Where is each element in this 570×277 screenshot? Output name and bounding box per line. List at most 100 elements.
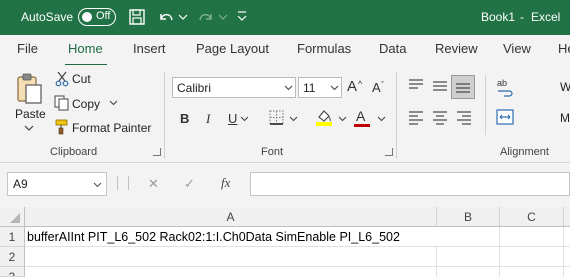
ribbon-separator bbox=[396, 72, 397, 158]
font-launcher-icon[interactable] bbox=[385, 148, 393, 156]
row-header-1[interactable]: 1 bbox=[0, 227, 25, 247]
select-all-icon bbox=[10, 213, 20, 223]
formula-input[interactable] bbox=[250, 172, 570, 196]
tab-data[interactable]: Data bbox=[379, 41, 406, 56]
paste-button[interactable]: Paste bbox=[15, 107, 46, 121]
alignment-group-label: Alignment bbox=[500, 146, 549, 158]
merge-center-label[interactable]: M bbox=[560, 111, 570, 125]
row-header-3[interactable]: 3 bbox=[0, 267, 25, 277]
cell-b3[interactable] bbox=[437, 267, 500, 277]
paste-dropdown-icon[interactable] bbox=[24, 125, 34, 132]
caret-down-icon: ˇ bbox=[381, 80, 384, 90]
cell-b2[interactable] bbox=[437, 247, 500, 267]
borders-dropdown-icon[interactable] bbox=[289, 116, 298, 122]
tab-file[interactable]: File bbox=[17, 41, 38, 56]
middle-align-icon[interactable] bbox=[432, 79, 448, 93]
doc-title: Book1 bbox=[481, 10, 516, 24]
tab-help[interactable]: He bbox=[558, 41, 570, 56]
undo-dropdown-icon[interactable] bbox=[178, 13, 188, 21]
wrap-text-icon[interactable]: ab bbox=[496, 77, 514, 97]
toggle-knob bbox=[82, 12, 92, 22]
format-painter-button[interactable]: Format Painter bbox=[72, 121, 151, 135]
app-name: Excel bbox=[531, 10, 561, 24]
bottom-align-button[interactable] bbox=[451, 75, 475, 99]
cell-b1[interactable] bbox=[437, 227, 500, 247]
formula-bar-divider bbox=[128, 176, 129, 190]
save-icon[interactable] bbox=[128, 8, 146, 26]
autosave-state: Off bbox=[96, 10, 111, 22]
redo-dropdown-icon[interactable] bbox=[218, 13, 228, 21]
font-color-button[interactable]: A bbox=[356, 109, 365, 123]
underline-button[interactable]: U bbox=[228, 112, 237, 126]
tab-page-layout[interactable]: Page Layout bbox=[196, 41, 269, 56]
font-group-label: Font bbox=[261, 146, 284, 158]
insert-function-icon[interactable]: fx bbox=[221, 176, 230, 190]
chevron-down-icon[interactable] bbox=[236, 10, 248, 22]
clipboard-launcher-icon[interactable] bbox=[153, 148, 161, 156]
cut-icon[interactable] bbox=[55, 71, 69, 87]
column-header-d[interactable] bbox=[564, 207, 570, 227]
tab-insert[interactable]: Insert bbox=[133, 41, 166, 56]
tab-view[interactable]: View bbox=[503, 41, 531, 56]
grow-font-button[interactable]: A bbox=[347, 79, 357, 94]
cell-a1[interactable]: bufferAIInt PIT_L6_502 Rack02:1:I.Ch0Dat… bbox=[25, 227, 437, 247]
italic-button[interactable]: I bbox=[206, 112, 210, 126]
cell-c2[interactable] bbox=[500, 247, 564, 267]
copy-dropdown-icon[interactable] bbox=[109, 100, 118, 106]
top-align-icon[interactable] bbox=[408, 79, 424, 91]
name-box-value: A9 bbox=[13, 177, 28, 191]
name-box-dropdown-icon[interactable] bbox=[93, 182, 102, 188]
autosave-label: AutoSave bbox=[21, 10, 74, 24]
column-header-b[interactable]: B bbox=[437, 207, 500, 227]
cell-c3[interactable] bbox=[500, 267, 564, 277]
row-header-2[interactable]: 2 bbox=[0, 247, 25, 267]
fill-color-dropdown-icon[interactable] bbox=[338, 116, 347, 122]
font-name-box[interactable]: Calibri bbox=[172, 77, 296, 98]
cell-d3[interactable] bbox=[564, 267, 570, 277]
enter-entry-icon[interactable]: ✓ bbox=[184, 177, 195, 191]
font-size-dropdown-icon[interactable] bbox=[330, 85, 339, 91]
cut-button[interactable]: Cut bbox=[72, 72, 91, 86]
autosave-toggle[interactable]: Off bbox=[78, 8, 116, 26]
undo-icon[interactable] bbox=[157, 8, 175, 26]
select-all-corner[interactable] bbox=[0, 207, 25, 227]
shrink-font-button[interactable]: A bbox=[372, 81, 381, 95]
title-bar: AutoSave Off Book1 - Excel bbox=[0, 0, 570, 35]
align-right-icon[interactable] bbox=[456, 110, 472, 126]
borders-icon[interactable] bbox=[269, 110, 285, 126]
tab-home[interactable]: Home bbox=[68, 41, 103, 56]
font-name-value: Calibri bbox=[177, 81, 212, 95]
clipboard-group-label: Clipboard bbox=[50, 146, 98, 158]
title-separator: - bbox=[520, 10, 524, 24]
column-header-c[interactable]: C bbox=[500, 207, 564, 227]
paste-icon[interactable] bbox=[15, 73, 43, 105]
font-color-dropdown-icon[interactable] bbox=[377, 116, 386, 122]
redo-icon[interactable] bbox=[197, 8, 215, 26]
cell-c1[interactable] bbox=[500, 227, 564, 247]
bold-button[interactable]: B bbox=[180, 112, 189, 126]
underline-dropdown-icon[interactable] bbox=[240, 116, 249, 122]
cell-a3[interactable] bbox=[25, 267, 437, 277]
copy-button[interactable]: Copy bbox=[72, 97, 100, 111]
tab-review[interactable]: Review bbox=[435, 41, 478, 56]
ribbon-tabs: File Home Insert Page Layout Formulas Da… bbox=[0, 35, 570, 65]
format-painter-icon[interactable] bbox=[54, 119, 70, 135]
font-size-value: 11 bbox=[303, 81, 316, 95]
align-center-icon[interactable] bbox=[432, 110, 448, 126]
font-name-dropdown-icon[interactable] bbox=[284, 85, 293, 91]
copy-icon[interactable] bbox=[54, 95, 70, 111]
fill-color-icon[interactable] bbox=[315, 108, 333, 126]
align-left-icon[interactable] bbox=[408, 110, 424, 126]
cell-d2[interactable] bbox=[564, 247, 570, 267]
tab-formulas[interactable]: Formulas bbox=[297, 41, 351, 56]
name-box[interactable]: A9 bbox=[7, 172, 107, 196]
cancel-entry-icon[interactable]: ✕ bbox=[148, 177, 159, 191]
cell-a2[interactable] bbox=[25, 247, 437, 267]
formula-bar-divider bbox=[117, 176, 118, 190]
font-color-bar bbox=[354, 124, 370, 127]
cell-d1[interactable] bbox=[564, 227, 570, 247]
caret-up-icon: ^ bbox=[358, 79, 363, 89]
wrap-text-label[interactable]: W bbox=[560, 80, 570, 94]
merge-center-icon[interactable] bbox=[496, 108, 514, 126]
column-header-a[interactable]: A bbox=[25, 207, 437, 227]
